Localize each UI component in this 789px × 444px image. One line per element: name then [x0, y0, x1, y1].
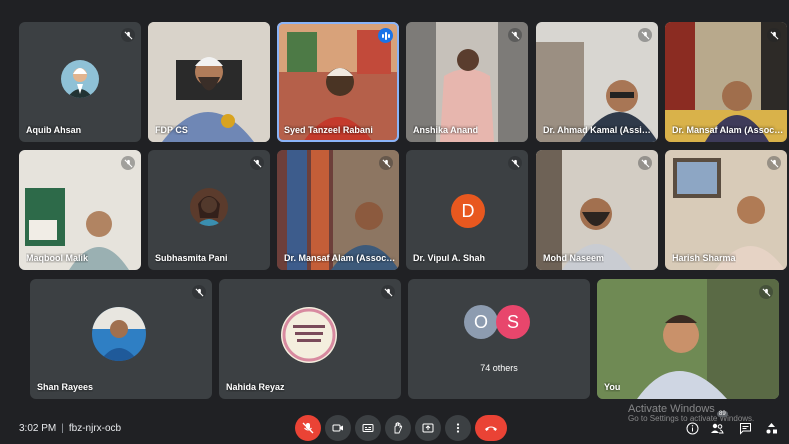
activities-button[interactable]	[764, 421, 778, 435]
mic-off-icon	[192, 285, 206, 299]
more-options-button[interactable]	[445, 415, 471, 441]
mic-off-icon	[121, 28, 135, 42]
participant-tile-aquib-ahsan[interactable]: Aquib Ahsan	[19, 22, 141, 142]
captions-button[interactable]	[355, 415, 381, 441]
mic-off-icon	[767, 28, 781, 42]
avatar	[190, 188, 228, 226]
participant-name: Harish Sharma	[672, 253, 736, 263]
participant-name: Shan Rayees	[37, 382, 94, 392]
chat-button[interactable]	[738, 421, 752, 435]
participant-name: Anshika Anand	[413, 125, 479, 135]
participant-name: Dr. Vipul A. Shah	[413, 253, 486, 263]
mic-off-icon	[121, 156, 135, 170]
participant-tile-anshika-anand[interactable]: Anshika Anand	[406, 22, 528, 142]
camera-icon	[332, 424, 343, 432]
present-screen-icon	[422, 423, 434, 433]
mic-off-icon	[508, 156, 522, 170]
participant-tile-harish-sharma[interactable]: Harish Sharma	[665, 150, 787, 270]
mic-off-icon	[381, 285, 395, 299]
self-video	[597, 279, 779, 399]
participant-name: Nahida Reyaz	[226, 382, 285, 392]
mic-toggle-button[interactable]	[295, 415, 321, 441]
meeting-time: 3:02 PM	[19, 423, 57, 434]
hand-icon	[394, 422, 403, 434]
participant-name: Dr. Ahmad Kamal (Assist...	[543, 125, 656, 135]
leave-call-button[interactable]	[475, 415, 507, 441]
participant-name: Dr. Mansaf Alam (Associa...	[284, 253, 397, 263]
participant-tile-syed-tanzeel-rabani[interactable]: Syed Tanzeel Rabani	[277, 22, 399, 142]
participant-name: Syed Tanzeel Rabani	[284, 125, 373, 135]
participant-tile-dr-ahmad-kamal[interactable]: Dr. Ahmad Kamal (Assist...	[536, 22, 658, 142]
avatar	[281, 307, 337, 363]
participant-tile-fdp-cs[interactable]: FDP CS	[148, 22, 270, 142]
others-avatar-initial: S	[496, 305, 530, 339]
others-count-label: 74 others	[480, 363, 518, 373]
participant-tile-you[interactable]: You	[597, 279, 779, 399]
mic-off-icon	[250, 156, 264, 170]
mic-off-icon	[508, 28, 522, 42]
participant-name: Aquib Ahsan	[26, 125, 82, 135]
meeting-details-button[interactable]	[685, 421, 699, 435]
chat-icon	[739, 422, 751, 435]
people-icon	[711, 423, 724, 433]
info-icon	[686, 422, 698, 434]
others-tile[interactable]: O S 74 others	[408, 279, 590, 399]
captions-icon	[362, 424, 374, 432]
participant-tile-dr-mansaf-alam-2[interactable]: Dr. Mansaf Alam (Associa...	[277, 150, 399, 270]
participant-tile-maqbool-malik[interactable]: Maqbool Malik	[19, 150, 141, 270]
participant-video	[148, 22, 270, 142]
speaking-indicator-icon	[378, 28, 393, 43]
participant-name: You	[604, 382, 621, 392]
people-button[interactable]	[710, 421, 724, 435]
participant-name: Dr. Mansaf Alam (Associa...	[672, 125, 785, 135]
phone-hangup-icon	[485, 426, 497, 431]
mic-off-icon	[638, 156, 652, 170]
mic-off-icon	[759, 285, 773, 299]
participant-tile-shan-rayees[interactable]: Shan Rayees	[30, 279, 212, 399]
avatar	[61, 60, 99, 98]
participant-tile-nahida-reyaz[interactable]: Nahida Reyaz	[219, 279, 401, 399]
participant-count-badge: 89	[717, 411, 728, 417]
meeting-info: 3:02 PM | fbz-njrx-ocb	[19, 423, 121, 434]
participant-name: Maqbool Malik	[26, 253, 89, 263]
participant-tile-dr-mansaf-alam-1[interactable]: Dr. Mansaf Alam (Associa...	[665, 22, 787, 142]
meeting-separator: |	[61, 423, 64, 434]
others-avatar-initial: O	[464, 305, 498, 339]
participant-tile-mohd-naseem[interactable]: Mohd Naseem	[536, 150, 658, 270]
meeting-code: fbz-njrx-ocb	[68, 423, 122, 434]
mic-off-icon	[379, 156, 393, 170]
activities-icon	[766, 422, 777, 433]
more-vert-icon	[456, 423, 460, 433]
mic-off-icon	[767, 156, 781, 170]
camera-toggle-button[interactable]	[325, 415, 351, 441]
participant-tile-subhasmita-pani[interactable]: Subhasmita Pani	[148, 150, 270, 270]
mic-off-icon	[638, 28, 652, 42]
participant-name: FDP CS	[155, 125, 188, 135]
participant-tile-dr-vipul-shah[interactable]: D Dr. Vipul A. Shah	[406, 150, 528, 270]
mic-off-icon	[302, 422, 314, 434]
avatar-initial: D	[451, 194, 485, 228]
avatar	[92, 307, 146, 361]
raise-hand-button[interactable]	[385, 415, 411, 441]
present-button[interactable]	[415, 415, 441, 441]
participant-name: Subhasmita Pani	[155, 253, 228, 263]
participant-name: Mohd Naseem	[543, 253, 605, 263]
